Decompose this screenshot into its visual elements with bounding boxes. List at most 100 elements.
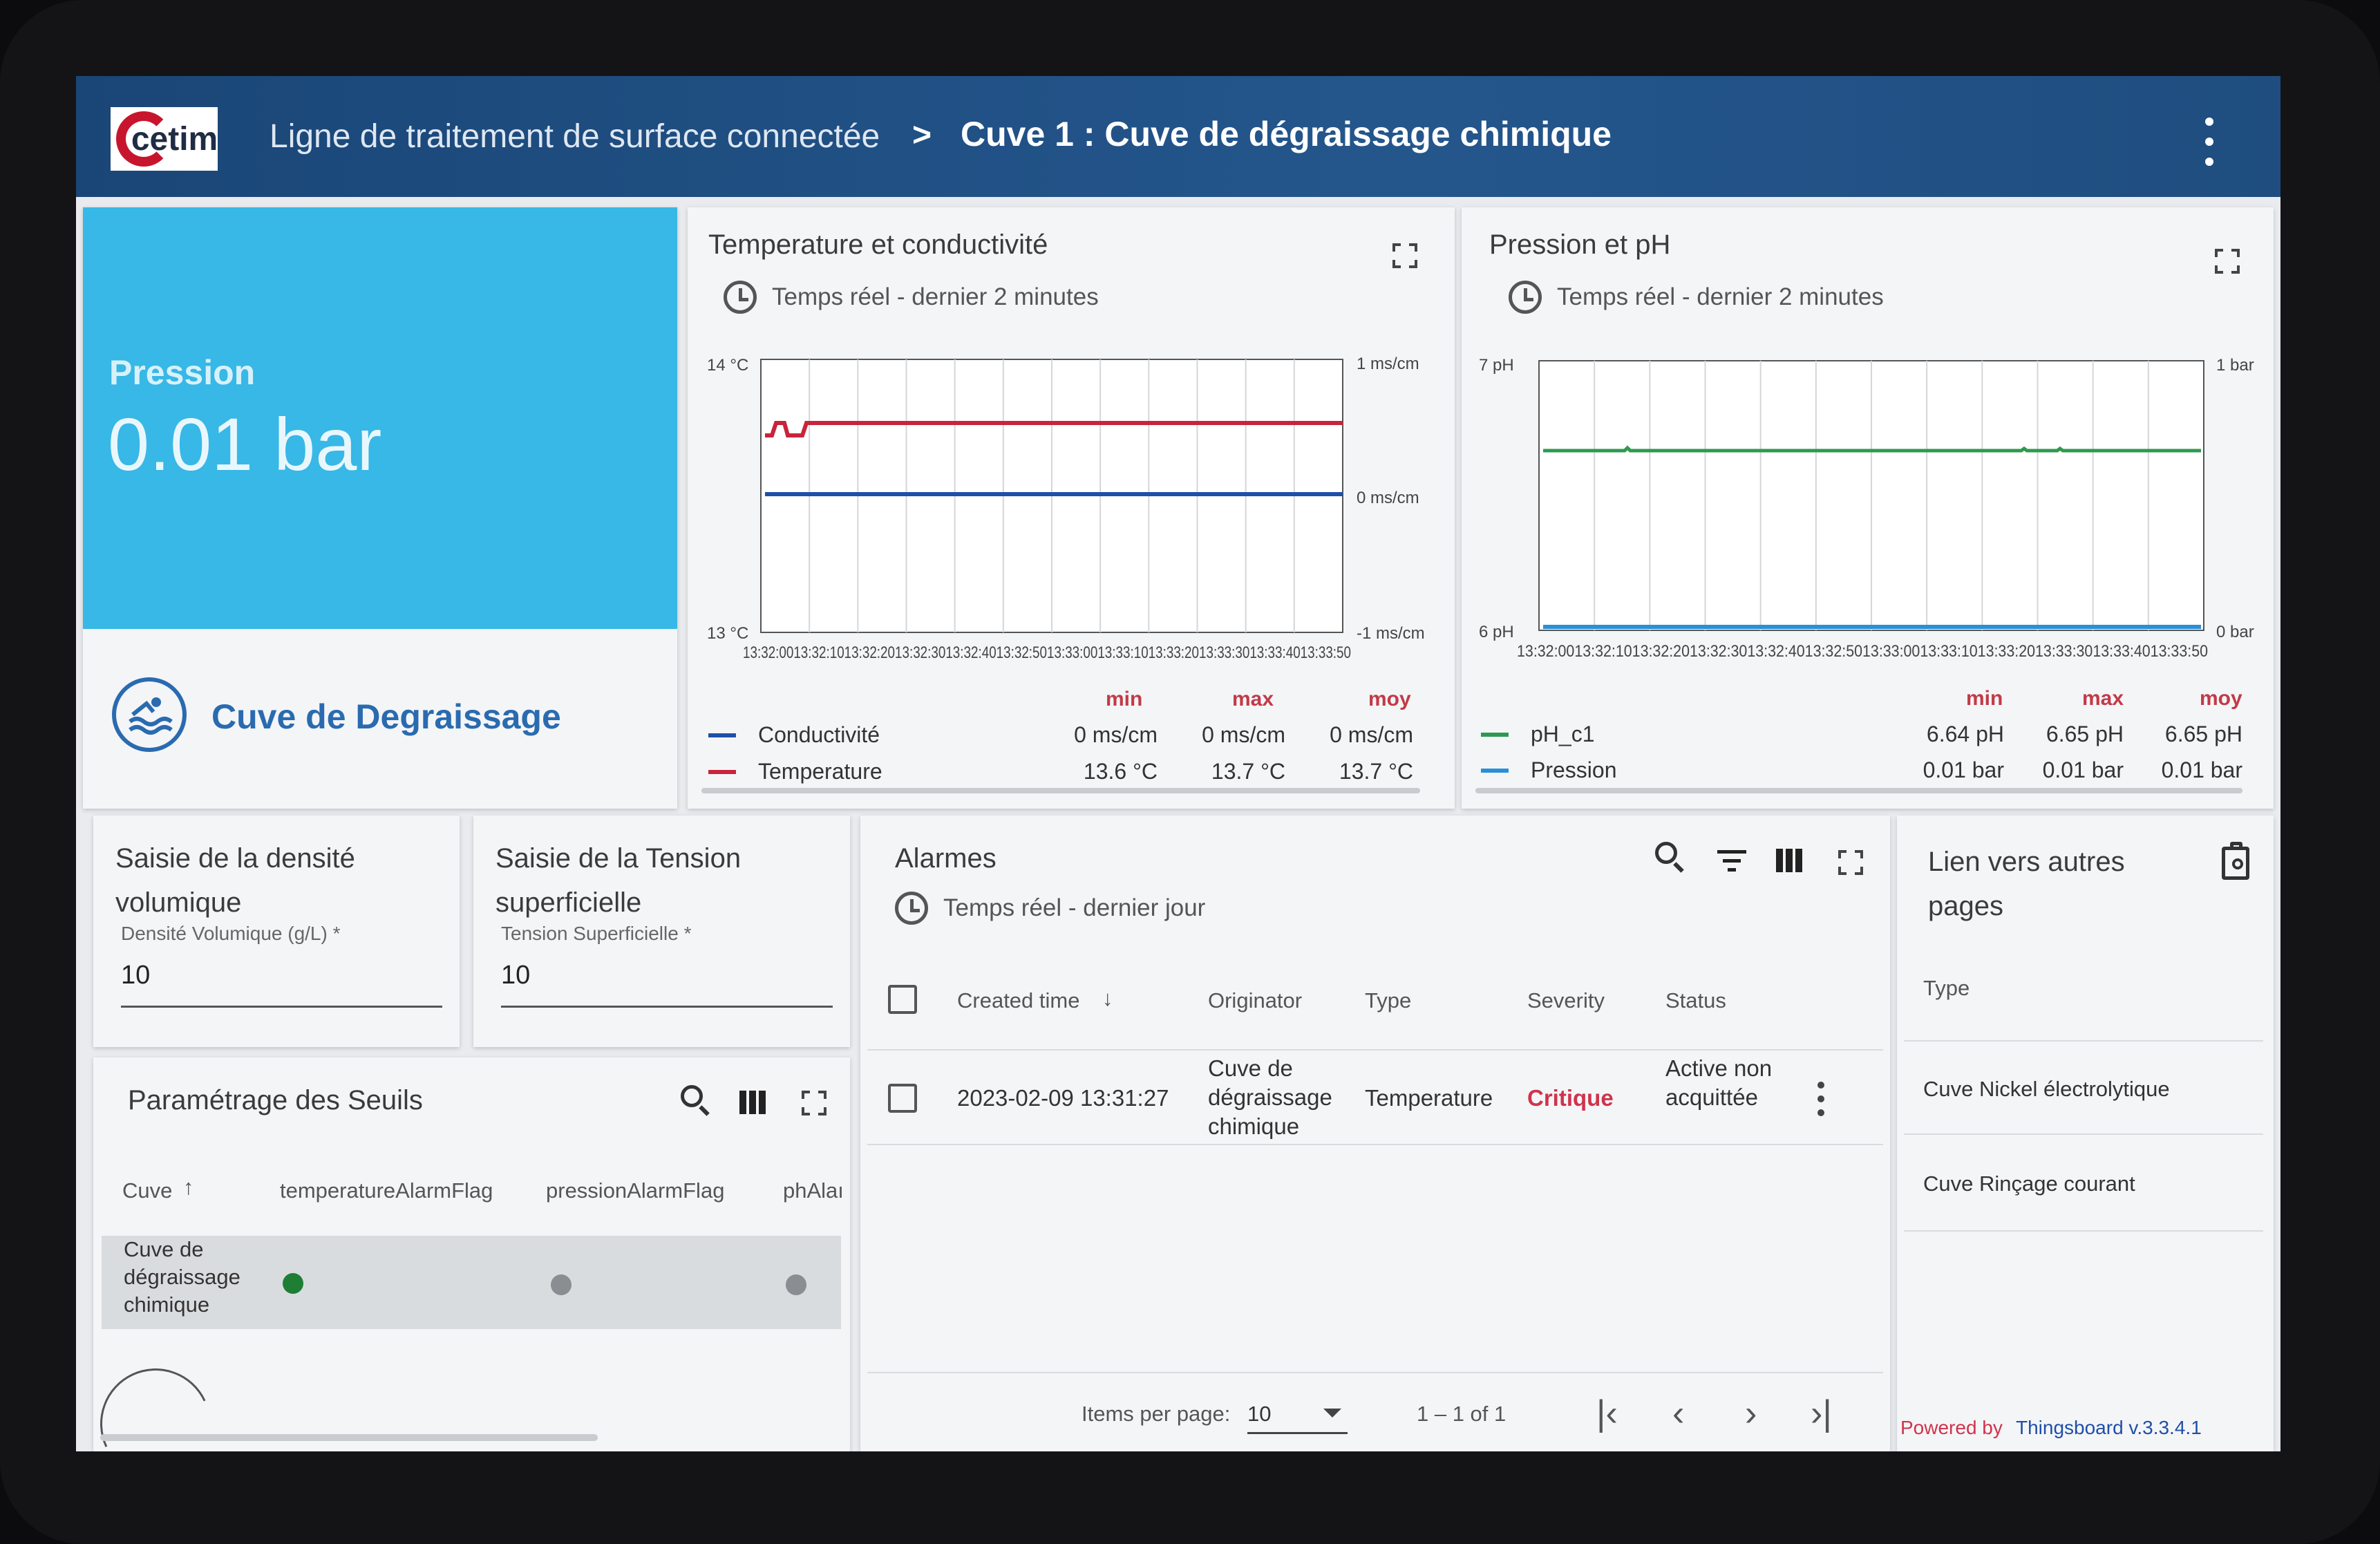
legend-avg: 0 ms/cm	[1330, 722, 1413, 747]
prev-page-icon[interactable]: ‹	[1672, 1393, 1684, 1434]
status-cell: Active non acquittée	[1665, 1055, 1773, 1110]
column-header-status[interactable]: Status	[1665, 988, 1726, 1013]
more-vert-icon[interactable]	[2201, 117, 2218, 166]
densite-input[interactable]: 10	[121, 961, 150, 990]
legend-max: 0 ms/cm	[1202, 722, 1285, 747]
column-header-ph[interactable]: phAlaı	[783, 1178, 844, 1203]
clock-icon	[1509, 281, 1542, 314]
column-header-created[interactable]: Created time	[957, 988, 1079, 1013]
temperature-flag-dot[interactable]	[283, 1273, 303, 1294]
chart-title: Pression et pH	[1489, 229, 1671, 260]
logo-text: cetim	[131, 120, 218, 158]
legend-item-ph[interactable]: pH_c1	[1481, 722, 1595, 747]
clock-icon	[895, 892, 928, 925]
y-left-top: 14 °C	[707, 356, 748, 375]
legend-scrollbar[interactable]	[1475, 788, 2242, 793]
column-header-pression[interactable]: pressionAlarmFlag	[546, 1178, 724, 1203]
liens-card: Lien vers autres pages Type Cuve Nickel …	[1897, 816, 2274, 1451]
first-page-icon[interactable]: |‹	[1596, 1393, 1618, 1434]
legend-item-pression[interactable]: Pression	[1481, 757, 1617, 783]
legend-header-max: max	[2082, 687, 2124, 710]
legend-header-avg: moy	[1368, 688, 1411, 710]
column-header-severity[interactable]: Severity	[1527, 988, 1605, 1013]
table-row[interactable]: 2023-02-09 13:31:27 Cuve de dégraissage …	[860, 1051, 1890, 1144]
search-icon[interactable]	[1655, 842, 1690, 876]
legend-swatch	[1481, 768, 1509, 773]
chart-title: Temperature et conductivité	[708, 229, 1048, 260]
legend-header-min: min	[1966, 687, 2003, 710]
breadcrumb-current: Cuve 1 : Cuve de dégraissage chimique	[961, 115, 1612, 153]
column-header-originator[interactable]: Originator	[1208, 988, 1302, 1013]
densite-underline	[121, 1006, 442, 1008]
pression-value: 0.01 bar	[108, 402, 382, 486]
y-left-bottom: 13 °C	[707, 624, 748, 643]
legend-min: 6.64 pH	[1926, 722, 2004, 746]
pression-value-panel: Pression 0.01 bar	[83, 207, 677, 629]
chart-subtitle: Temps réel - dernier 2 minutes	[1509, 281, 1884, 314]
column-header-temperature[interactable]: temperatureAlarmFlag	[280, 1178, 493, 1203]
type-cell: Temperature	[1365, 1085, 1493, 1111]
ph-flag-dot[interactable]	[786, 1274, 806, 1295]
seuils-card: Paramétrage des Seuils Cuve ↑ temperatur…	[93, 1057, 850, 1451]
tension-input[interactable]: 10	[501, 961, 530, 990]
row-more-icon[interactable]	[1817, 1082, 1827, 1116]
swimming-pool-icon	[112, 677, 187, 752]
horizontal-scrollbar[interactable]	[100, 1434, 598, 1441]
column-header-type[interactable]: Type	[1923, 976, 1970, 1001]
legend-item-temperature[interactable]: Temperature	[708, 759, 882, 784]
column-header-cuve[interactable]: Cuve	[122, 1178, 172, 1203]
items-per-page-select[interactable]: 10	[1247, 1402, 1271, 1427]
fullscreen-icon[interactable]	[802, 1091, 827, 1115]
subtitle-text: Temps réel - dernier 2 minutes	[772, 283, 1099, 310]
fullscreen-icon[interactable]	[1838, 850, 1863, 875]
chevron-down-icon[interactable]	[1323, 1409, 1341, 1418]
y-left-bottom: 6 pH	[1479, 623, 1514, 641]
y-right-bottom: 0 bar	[2216, 623, 2254, 641]
last-page-icon[interactable]: ›|	[1811, 1393, 1832, 1434]
legend-label: pH_c1	[1531, 722, 1595, 746]
legend-max: 6.65 pH	[2046, 722, 2124, 746]
columns-icon[interactable]	[739, 1091, 774, 1125]
y-left-top: 7 pH	[1479, 356, 1514, 375]
legend-label: Temperature	[758, 759, 882, 784]
legend-label: Pression	[1531, 757, 1617, 782]
top-bar: cetim Ligne de traitement de surface con…	[76, 76, 2280, 197]
legend-avg: 6.65 pH	[2164, 722, 2242, 746]
thingsboard-link[interactable]: Thingsboard v.3.3.4.1	[2016, 1417, 2202, 1439]
row-checkbox[interactable]	[888, 1084, 917, 1113]
column-header-type[interactable]: Type	[1365, 988, 1411, 1013]
legend-scrollbar[interactable]	[701, 788, 1420, 793]
arrow-up-icon[interactable]: ↑	[183, 1175, 194, 1200]
pression-label: Pression	[109, 353, 256, 392]
table-row[interactable]: Cuve de dégraissage chimique	[102, 1236, 841, 1329]
legend-item-conductivite[interactable]: Conductivité	[708, 722, 880, 748]
subtitle-text: Temps réel - dernier 2 minutes	[1557, 283, 1884, 310]
legend-header-avg: moy	[2200, 687, 2242, 710]
originator-cell: Cuve de dégraissage chimique	[1208, 1055, 1332, 1139]
items-per-page-label: Items per page:	[1082, 1402, 1231, 1426]
breadcrumb-parent[interactable]: Ligne de traitement de surface connectée	[270, 117, 880, 156]
arrow-down-icon[interactable]: ↓	[1102, 986, 1113, 1011]
header-divider	[1904, 1040, 2263, 1042]
y-right-bottom: -1 ms/cm	[1357, 624, 1425, 643]
tension-label: Tension Superficielle *	[501, 923, 692, 944]
link-item[interactable]: Cuve Rinçage courant	[1923, 1169, 2135, 1198]
powered-by-prefix: Powered by	[1900, 1417, 2003, 1438]
link-item[interactable]: Cuve Nickel électrolytique	[1923, 1075, 2170, 1104]
fullscreen-icon[interactable]	[2215, 249, 2240, 274]
x-ticks: 13:32:0013:32:1013:32:2013:32:3013:32:40…	[743, 643, 1351, 662]
pagination-range: 1 – 1 of 1	[1417, 1402, 1507, 1426]
pression-flag-dot[interactable]	[551, 1274, 572, 1295]
next-page-icon[interactable]: ›	[1745, 1393, 1757, 1434]
select-all-checkbox[interactable]	[888, 985, 917, 1014]
columns-icon[interactable]	[1776, 849, 1811, 883]
card-title: Alarmes	[895, 843, 997, 874]
filter-icon[interactable]	[1717, 850, 1752, 885]
tension-input-card: Saisie de la Tension superficielle Tensi…	[473, 816, 850, 1047]
legend-swatch	[708, 733, 736, 737]
card-title: Paramétrage des Seuils	[128, 1085, 423, 1115]
clipboard-search-icon[interactable]	[2222, 842, 2249, 880]
cuve-cell: Cuve de dégraissage chimique	[124, 1237, 240, 1317]
search-icon[interactable]	[681, 1085, 715, 1120]
fullscreen-icon[interactable]	[1392, 243, 1417, 268]
